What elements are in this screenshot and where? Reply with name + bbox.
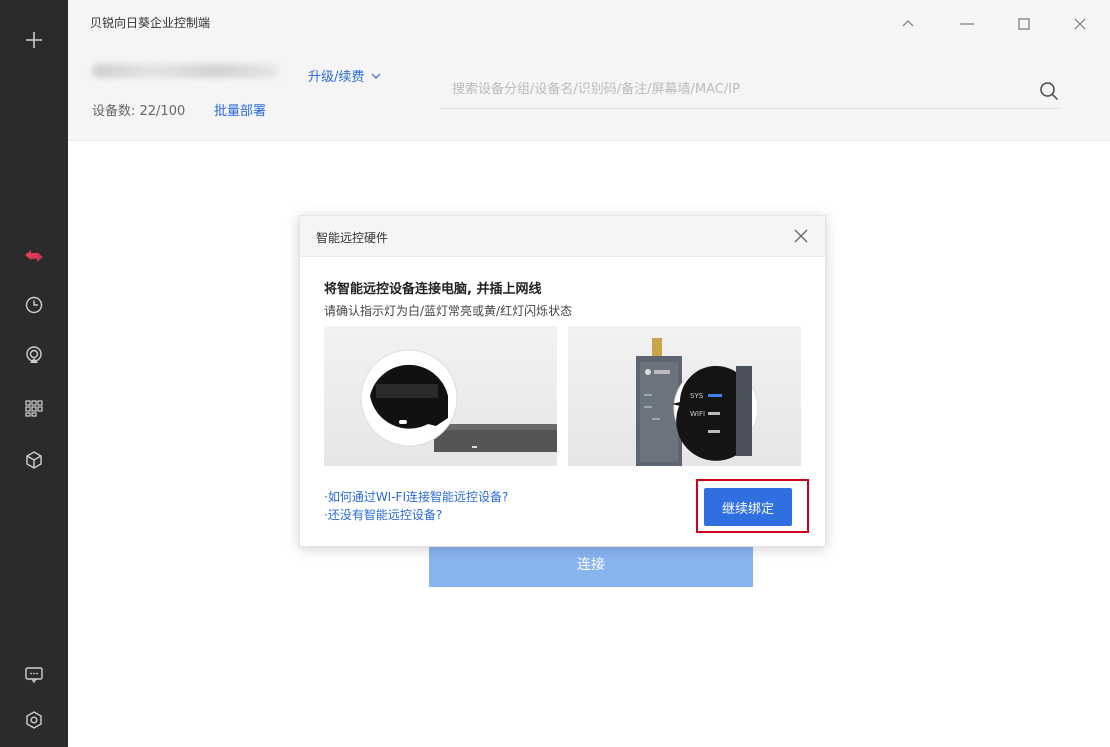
grid-icon[interactable] bbox=[22, 396, 46, 420]
wifi-light-label: WIFI bbox=[690, 410, 705, 418]
sidebar bbox=[0, 0, 68, 747]
no-device-link[interactable]: ·还没有智能远控设备? bbox=[324, 506, 442, 523]
chevron-up-icon[interactable] bbox=[898, 14, 918, 34]
message-icon[interactable] bbox=[22, 663, 46, 687]
settings-icon[interactable] bbox=[22, 708, 46, 732]
sys-light-label: SYS bbox=[690, 392, 704, 400]
dialog-subheading: 请确认指示灯为白/蓝灯常亮或黄/红灯闪烁状态 bbox=[324, 304, 573, 318]
continue-bind-button[interactable]: 继续绑定 bbox=[704, 488, 792, 526]
upgrade-label: 升级/续费 bbox=[308, 70, 365, 85]
plus-icon[interactable] bbox=[22, 28, 46, 52]
header: 贝锐向日葵企业控制端 升级/续费 设备数: 22/100 批量部署 bbox=[68, 0, 1110, 141]
device-count: 设备数: 22/100 bbox=[92, 104, 186, 119]
dialog-close-icon[interactable] bbox=[791, 226, 811, 246]
search-input[interactable] bbox=[440, 76, 1012, 97]
maximize-icon[interactable] bbox=[1014, 14, 1034, 34]
upgrade-button[interactable]: 升级/续费 bbox=[308, 66, 382, 85]
connect-button[interactable]: 连接 bbox=[429, 540, 753, 587]
app-title: 贝锐向日葵企业控制端 bbox=[90, 16, 211, 30]
chevron-down-icon bbox=[371, 73, 381, 79]
wifi-connect-help-link[interactable]: ·如何通过WI-FI连接智能远控设备? bbox=[324, 488, 508, 505]
close-icon[interactable] bbox=[1070, 14, 1090, 34]
dialog-heading: 将智能远控设备连接电脑, 并插上网线 bbox=[324, 282, 542, 297]
device-white-light-image bbox=[324, 326, 557, 466]
account-name bbox=[92, 64, 278, 78]
dialog-header: 智能远控硬件 bbox=[300, 216, 825, 257]
dialog-title: 智能远控硬件 bbox=[316, 231, 389, 245]
history-icon[interactable] bbox=[22, 293, 46, 317]
package-icon[interactable] bbox=[22, 448, 46, 472]
app-window: 贝锐向日葵企业控制端 升级/续费 设备数: 22/100 批量部署 连接 bbox=[0, 0, 1110, 747]
smart-hardware-dialog: 智能远控硬件 将智能远控设备连接电脑, 并插上网线 请确认指示灯为白/蓝灯常亮或… bbox=[299, 215, 826, 547]
batch-deploy-link[interactable]: 批量部署 bbox=[214, 100, 266, 119]
minimize-icon[interactable] bbox=[957, 14, 977, 34]
screen-share-icon[interactable] bbox=[22, 343, 46, 367]
search-bar bbox=[440, 76, 1060, 109]
remote-control-icon[interactable] bbox=[22, 244, 46, 268]
device-status-lights-image: SYS WIFI bbox=[568, 326, 801, 466]
search-icon[interactable] bbox=[1038, 80, 1060, 102]
